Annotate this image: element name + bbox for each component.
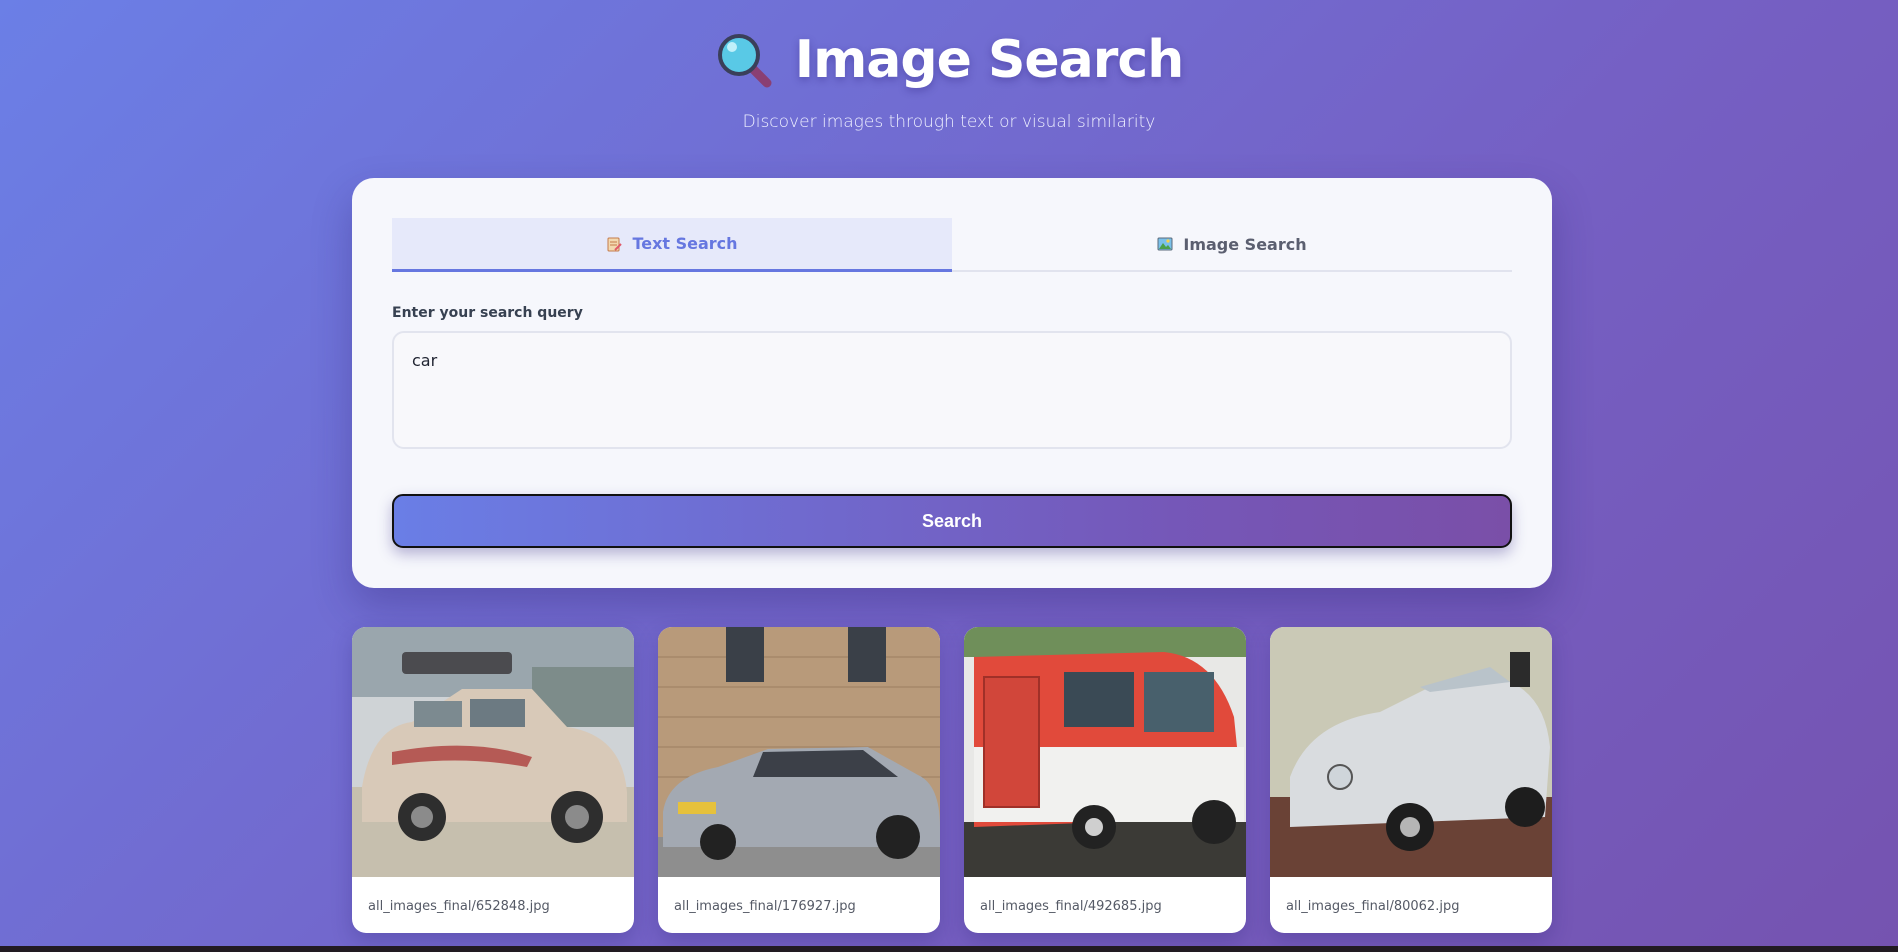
result-image[interactable] — [658, 627, 940, 877]
result-image[interactable] — [964, 627, 1246, 877]
page-subtitle: Discover images through text or visual s… — [742, 112, 1156, 132]
results-grid: all_images_final/652848.jpg all_images_f… — [352, 627, 1552, 933]
result-card[interactable]: all_images_final/492685.jpg — [964, 627, 1246, 933]
magnifier-icon — [717, 34, 772, 88]
result-card[interactable]: all_images_final/176927.jpg — [658, 627, 940, 933]
search-tabs: Text Search Image Search — [392, 218, 1512, 272]
result-card[interactable]: all_images_final/652848.jpg — [352, 627, 634, 933]
result-image[interactable] — [1270, 627, 1552, 877]
tab-text-search[interactable]: Text Search — [392, 218, 952, 272]
result-caption: all_images_final/492685.jpg — [980, 899, 1162, 914]
query-label: Enter your search query — [392, 305, 583, 321]
result-card[interactable]: all_images_final/80062.jpg — [1270, 627, 1552, 933]
tab-image-search-label: Image Search — [1183, 234, 1307, 254]
search-query-input[interactable] — [392, 331, 1512, 449]
bottom-strip — [0, 946, 1898, 952]
page-header: Image Search Discover images through tex… — [0, 24, 1898, 132]
result-caption: all_images_final/176927.jpg — [674, 899, 856, 914]
page-title: Image Search — [794, 30, 1185, 90]
tab-image-search[interactable]: Image Search — [952, 218, 1512, 270]
tab-text-search-label: Text Search — [632, 234, 738, 253]
result-caption: all_images_final/652848.jpg — [368, 899, 550, 914]
picture-icon — [1157, 237, 1173, 251]
search-card: Text Search Image Search Enter your sear… — [352, 178, 1552, 588]
result-image[interactable] — [352, 627, 634, 877]
result-caption: all_images_final/80062.jpg — [1286, 899, 1460, 914]
memo-icon — [607, 237, 623, 251]
search-button[interactable]: Search — [392, 494, 1512, 548]
title-row: Image Search — [0, 24, 1898, 96]
